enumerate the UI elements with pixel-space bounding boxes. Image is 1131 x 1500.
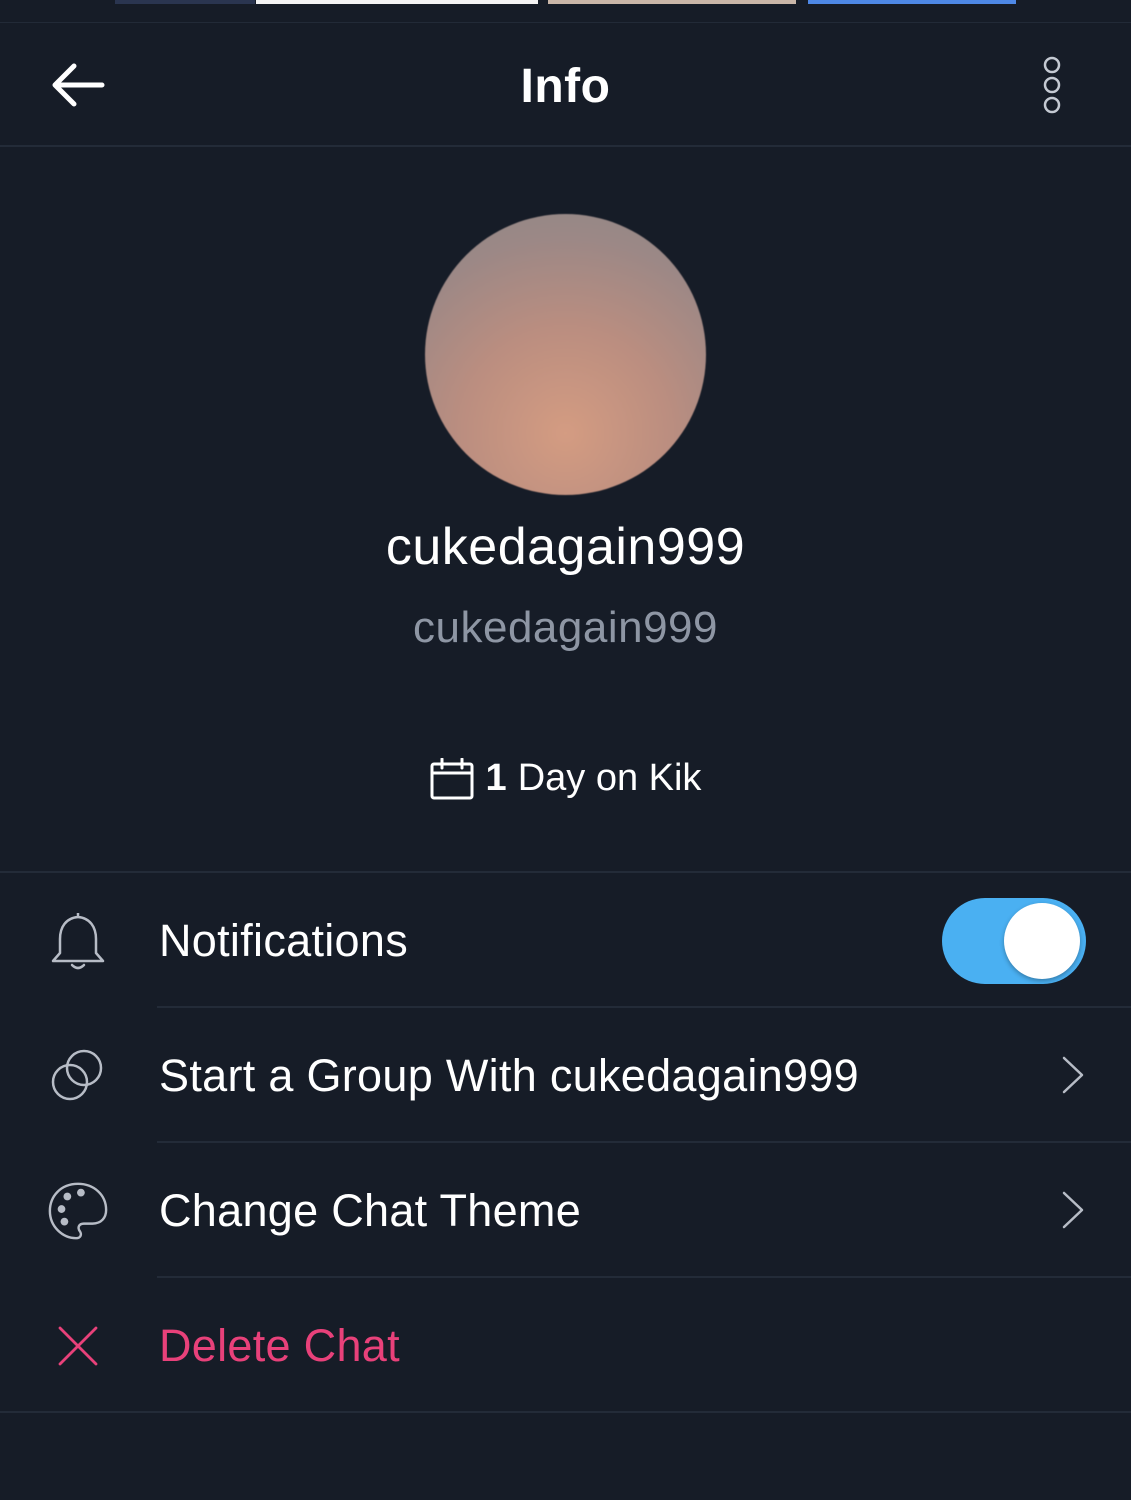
toggle-knob <box>1004 903 1080 979</box>
bell-icon <box>46 909 110 973</box>
more-options-button[interactable] <box>1030 53 1074 117</box>
top-image-strip <box>0 0 1131 4</box>
days-label: Day on Kik <box>517 757 702 799</box>
group-circles-icon <box>46 1044 110 1108</box>
change-theme-label: Change Chat Theme <box>159 1185 582 1236</box>
start-group-label: Start a Group With cukedagain999 <box>159 1050 860 1101</box>
more-vertical-icon <box>1043 56 1061 114</box>
start-group-row[interactable]: Start a Group With cukedagain999 <box>0 1008 1131 1143</box>
header-bar: Info <box>0 22 1131 147</box>
delete-chat-row[interactable]: Delete Chat <box>0 1278 1131 1413</box>
bottom-divider <box>0 1411 1131 1413</box>
avatar[interactable] <box>425 214 706 495</box>
page-title: Info <box>520 60 611 113</box>
change-theme-row[interactable]: Change Chat Theme <box>0 1143 1131 1278</box>
username: cukedagain999 <box>413 603 718 652</box>
days-count: 1 <box>485 757 507 799</box>
chevron-right-icon <box>1062 1191 1084 1229</box>
notifications-row: Notifications <box>0 873 1131 1008</box>
notifications-label: Notifications <box>159 915 409 966</box>
notifications-toggle[interactable] <box>942 898 1086 984</box>
chevron-right-icon <box>1062 1056 1084 1094</box>
calendar-icon <box>430 757 474 799</box>
display-name: cukedagain999 <box>385 518 746 576</box>
palette-icon <box>46 1179 110 1243</box>
close-icon <box>46 1314 110 1378</box>
delete-chat-label: Delete Chat <box>159 1320 400 1371</box>
days-on-kik: 1 Day on Kik <box>0 757 1131 800</box>
